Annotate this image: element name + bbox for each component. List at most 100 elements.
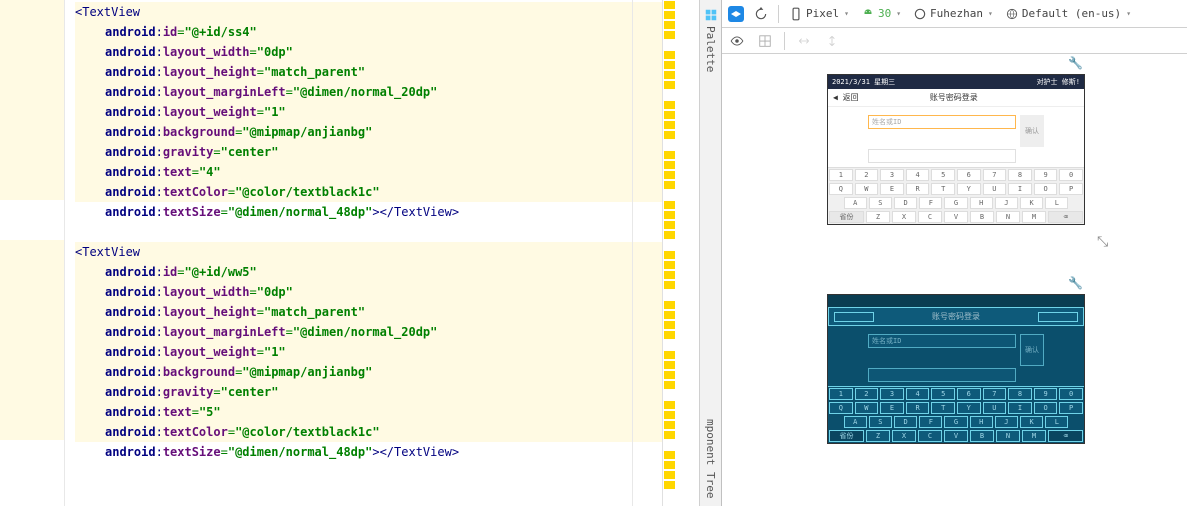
key[interactable]: K — [1020, 416, 1043, 428]
key[interactable]: C — [918, 211, 942, 223]
key[interactable]: Q — [829, 402, 853, 414]
wrench-icon[interactable]: 🔧 — [1068, 276, 1083, 290]
key[interactable]: J — [995, 416, 1018, 428]
view-options-button[interactable] — [728, 32, 746, 50]
key[interactable]: 5 — [931, 169, 955, 181]
key[interactable]: 6 — [957, 388, 981, 400]
key[interactable]: 1 — [829, 388, 853, 400]
blueprint-preview[interactable]: 账号密码登录 姓名或ID 确认 1234567890QWERTYUIOPASDF… — [827, 294, 1085, 444]
blueprint-btn[interactable]: 确认 — [1020, 334, 1044, 366]
key[interactable]: Z — [866, 211, 890, 223]
key[interactable]: P — [1059, 183, 1083, 195]
key[interactable]: O — [1034, 402, 1058, 414]
key[interactable]: R — [906, 402, 930, 414]
key[interactable]: A — [844, 197, 867, 209]
key[interactable]: H — [970, 197, 993, 209]
key[interactable]: 9 — [1034, 169, 1058, 181]
key[interactable]: V — [944, 211, 968, 223]
api-selector[interactable]: 30▾ — [859, 5, 903, 23]
key[interactable]: 5 — [931, 388, 955, 400]
key[interactable]: G — [944, 416, 967, 428]
key[interactable]: K — [1020, 197, 1043, 209]
palette-tab[interactable]: Palette — [700, 0, 721, 80]
key[interactable]: R — [906, 183, 930, 195]
key[interactable]: M — [1022, 430, 1046, 442]
blueprint-input2[interactable] — [868, 368, 1016, 382]
key[interactable]: B — [970, 211, 994, 223]
key[interactable]: P — [1059, 402, 1083, 414]
arrows-v-button[interactable] — [823, 32, 841, 50]
key[interactable]: O — [1034, 183, 1058, 195]
theme-selector[interactable]: Fuhezhan▾ — [911, 5, 995, 23]
key[interactable]: 2 — [855, 169, 879, 181]
orientation-button[interactable] — [752, 5, 770, 23]
device-selector[interactable]: Pixel▾ — [787, 5, 851, 23]
key[interactable]: E — [880, 183, 904, 195]
key[interactable]: W — [855, 402, 879, 414]
key[interactable]: F — [919, 416, 942, 428]
key[interactable]: X — [892, 211, 916, 223]
key[interactable]: 4 — [906, 169, 930, 181]
arrows-h-button[interactable] — [795, 32, 813, 50]
key-backspace[interactable]: ⌫ — [1048, 430, 1083, 442]
key[interactable]: 2 — [855, 388, 879, 400]
component-tree-tab[interactable]: mponent Tree — [700, 411, 721, 506]
key[interactable]: 9 — [1034, 388, 1058, 400]
key[interactable]: I — [1008, 183, 1032, 195]
confirm-button[interactable]: 确认 — [1020, 115, 1044, 147]
key[interactable]: L — [1045, 416, 1068, 428]
key[interactable]: L — [1045, 197, 1068, 209]
key-backspace[interactable]: ⌫ — [1048, 211, 1083, 223]
key[interactable]: I — [1008, 402, 1032, 414]
key[interactable]: 3 — [880, 169, 904, 181]
key-mode[interactable]: 省份 — [829, 211, 864, 223]
key[interactable]: C — [918, 430, 942, 442]
input-second[interactable] — [868, 149, 1016, 163]
key[interactable]: 8 — [1008, 169, 1032, 181]
key[interactable]: M — [1022, 211, 1046, 223]
locale-selector[interactable]: Default (en-us)▾ — [1003, 5, 1133, 23]
key[interactable]: J — [995, 197, 1018, 209]
key[interactable]: T — [931, 402, 955, 414]
key[interactable]: 3 — [880, 388, 904, 400]
resize-handle-icon[interactable]: ⤡ — [1097, 234, 1108, 250]
key[interactable]: H — [970, 416, 993, 428]
key[interactable]: 0 — [1059, 388, 1083, 400]
key[interactable]: S — [869, 416, 892, 428]
key[interactable]: Y — [957, 183, 981, 195]
wrench-icon[interactable]: 🔧 — [1068, 56, 1083, 70]
key[interactable]: 4 — [906, 388, 930, 400]
key[interactable]: N — [996, 211, 1020, 223]
key[interactable]: Z — [866, 430, 890, 442]
key[interactable]: 8 — [1008, 388, 1032, 400]
key[interactable]: T — [931, 183, 955, 195]
key[interactable]: N — [996, 430, 1020, 442]
code-area[interactable]: <TextViewandroid:id="@+id/ss4"android:la… — [65, 0, 662, 506]
key[interactable]: D — [894, 416, 917, 428]
minimap[interactable] — [662, 0, 676, 506]
key[interactable]: G — [944, 197, 967, 209]
key[interactable]: E — [880, 402, 904, 414]
key[interactable]: B — [970, 430, 994, 442]
key[interactable]: 6 — [957, 169, 981, 181]
key[interactable]: U — [983, 402, 1007, 414]
key[interactable]: 7 — [983, 169, 1007, 181]
key[interactable]: U — [983, 183, 1007, 195]
key[interactable]: S — [869, 197, 892, 209]
input-name-id[interactable]: 姓名或ID — [868, 115, 1016, 129]
key[interactable]: A — [844, 416, 867, 428]
key[interactable]: F — [919, 197, 942, 209]
key[interactable]: X — [892, 430, 916, 442]
key[interactable]: 1 — [829, 169, 853, 181]
key-mode[interactable]: 省份 — [829, 430, 864, 442]
key[interactable]: W — [855, 183, 879, 195]
key[interactable]: 7 — [983, 388, 1007, 400]
key[interactable]: 0 — [1059, 169, 1083, 181]
preview-surface[interactable]: 🔧 2021/3/31 星期三 对护士 修斯! ◀ 返回 账号密码登录 姓名或I… — [722, 54, 1187, 506]
key[interactable]: V — [944, 430, 968, 442]
key[interactable]: Y — [957, 402, 981, 414]
grid-button[interactable] — [756, 32, 774, 50]
blueprint-input1[interactable]: 姓名或ID — [868, 334, 1016, 348]
surface-icon[interactable] — [728, 6, 744, 22]
key[interactable]: Q — [829, 183, 853, 195]
